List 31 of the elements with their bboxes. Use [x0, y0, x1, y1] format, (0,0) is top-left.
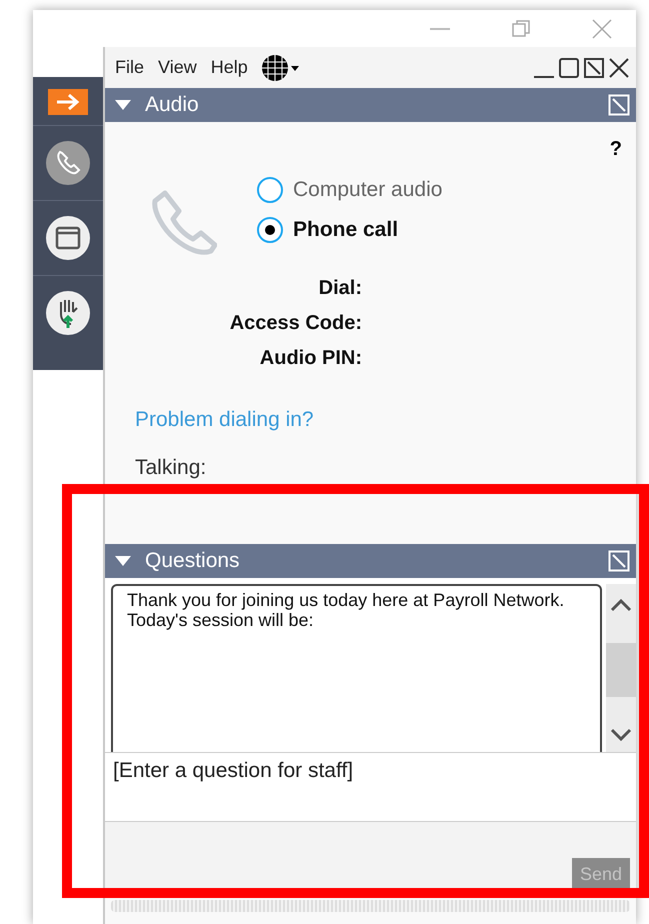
- toggle-icon[interactable]: [115, 556, 131, 566]
- radio-option[interactable]: Computer audio: [257, 177, 442, 203]
- panel-header[interactable]: Questions: [105, 544, 636, 578]
- radio-option[interactable]: Phone call: [257, 217, 442, 243]
- phone-icon: [151, 189, 217, 255]
- scroll-up-icon[interactable]: [610, 598, 632, 612]
- menu-item[interactable]: View: [158, 57, 197, 78]
- help-button[interactable]: ?: [610, 138, 622, 161]
- maximize-icon[interactable]: [558, 56, 580, 78]
- talking-label: Talking:: [135, 456, 208, 480]
- field-label: Access Code:: [230, 312, 362, 335]
- menu-item[interactable]: Help: [210, 57, 248, 78]
- panel-title: Questions: [145, 549, 241, 573]
- resize-grip[interactable]: [111, 900, 630, 912]
- radio-icon[interactable]: [257, 217, 283, 243]
- panel-header[interactable]: Audio: [105, 88, 636, 122]
- raised-hand-icon[interactable]: [45, 290, 91, 336]
- panel-title: Audio: [145, 93, 200, 117]
- phone-icon[interactable]: [45, 140, 91, 186]
- toggle-icon[interactable]: [115, 100, 131, 110]
- globe-icon[interactable]: [262, 54, 300, 82]
- close-icon[interactable]: [608, 56, 630, 78]
- scrollbar[interactable]: [606, 584, 636, 752]
- window-icon[interactable]: [45, 215, 91, 261]
- scroll-down-icon[interactable]: [610, 728, 632, 742]
- popout-icon[interactable]: [583, 56, 605, 78]
- field-label: Dial:: [318, 277, 362, 300]
- menu-item[interactable]: File: [115, 57, 144, 78]
- field-label: Audio PIN:: [260, 347, 362, 370]
- question-field[interactable]: [Enter a question for staff]: [105, 752, 636, 822]
- radio-icon[interactable]: [257, 177, 283, 203]
